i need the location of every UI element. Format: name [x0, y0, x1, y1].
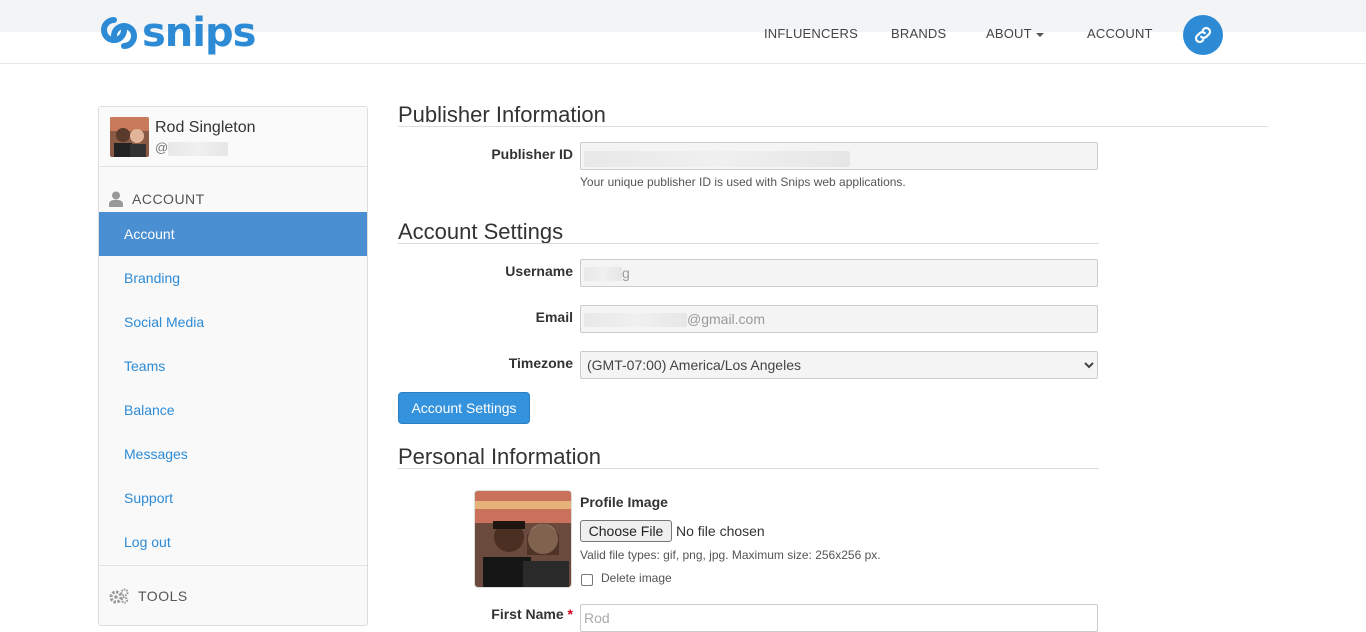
- sidebar-item-account[interactable]: Account: [99, 212, 367, 256]
- redacted-publisher-id: [584, 151, 850, 168]
- redacted-username: [584, 267, 622, 282]
- email-label: Email: [535, 309, 573, 325]
- profile-image-label: Profile Image: [580, 494, 668, 510]
- delete-image-label: Delete image: [601, 571, 672, 585]
- gears-icon: [109, 588, 129, 604]
- tools-section-title: TOOLS: [138, 588, 188, 604]
- publisher-id-help: Your unique publisher ID is used with Sn…: [580, 175, 906, 189]
- tools-section-heading: TOOLS: [109, 588, 188, 604]
- username-value-suffix: g: [622, 265, 630, 281]
- sidebar: Rod Singleton @ ACCOUNT Account Branding…: [98, 106, 368, 626]
- sidebar-item-support[interactable]: Support: [99, 476, 367, 520]
- profile-photo: [474, 490, 572, 588]
- first-name-label-text: First Name: [491, 606, 564, 622]
- no-file-chosen-text: No file chosen: [676, 523, 765, 539]
- logo-text: snips: [142, 10, 256, 56]
- sidebar-item-social-media[interactable]: Social Media: [99, 300, 367, 344]
- account-settings-heading: Account Settings: [398, 219, 564, 244]
- nav-account[interactable]: ACCOUNT: [1087, 26, 1153, 41]
- delete-image-checkbox[interactable]: [581, 574, 593, 586]
- sidebar-item-branding[interactable]: Branding: [99, 256, 367, 300]
- user-icon: [109, 191, 123, 207]
- sidebar-divider: [99, 565, 367, 566]
- top-navbar: snips INFLUENCERS BRANDS ABOUT ACCOUNT: [0, 0, 1366, 64]
- required-mark: *: [567, 606, 573, 622]
- handle-prefix: @: [155, 140, 169, 155]
- snips-logo[interactable]: snips: [100, 10, 256, 56]
- redacted-handle: [168, 141, 229, 156]
- email-field[interactable]: @gmail.com: [580, 305, 1098, 333]
- nav-influencers[interactable]: INFLUENCERS: [764, 26, 858, 41]
- email-value-suffix: @gmail.com: [687, 311, 766, 327]
- nav-brands[interactable]: BRANDS: [891, 26, 946, 41]
- publisher-heading: Publisher Information: [398, 102, 606, 127]
- profile-handle: @: [155, 140, 229, 156]
- link-button[interactable]: [1183, 15, 1223, 55]
- first-name-label: First Name *: [398, 606, 573, 622]
- username-label: Username: [505, 263, 573, 279]
- sidebar-item-teams[interactable]: Teams: [99, 344, 367, 388]
- first-name-field[interactable]: Rod: [580, 604, 1098, 632]
- profile-summary: Rod Singleton @: [99, 107, 367, 167]
- nav-about[interactable]: ABOUT: [986, 26, 1044, 41]
- sidebar-item-log-out[interactable]: Log out: [99, 520, 367, 564]
- personal-heading: Personal Information: [398, 444, 601, 469]
- account-section-heading: ACCOUNT: [109, 191, 205, 207]
- file-type-help: Valid file types: gif, png, jpg. Maximum…: [580, 548, 881, 562]
- sidebar-item-messages[interactable]: Messages: [99, 432, 367, 476]
- publisher-heading-rule: [398, 126, 1268, 127]
- profile-name: Rod Singleton: [155, 119, 256, 136]
- account-section-title: ACCOUNT: [132, 191, 205, 207]
- avatar: [110, 117, 149, 157]
- sidebar-item-balance[interactable]: Balance: [99, 388, 367, 432]
- nav-about-label: ABOUT: [986, 26, 1032, 41]
- timezone-label: Timezone: [508, 355, 573, 371]
- timezone-select[interactable]: (GMT-07:00) America/Los Angeles: [580, 351, 1098, 379]
- caret-down-icon: [1035, 32, 1044, 37]
- redacted-email: [584, 313, 687, 328]
- publisher-id-field: [580, 142, 1098, 170]
- choose-file-button[interactable]: Choose File: [580, 520, 672, 542]
- publisher-id-label: Publisher ID: [491, 146, 573, 162]
- link-icon: [1194, 26, 1212, 44]
- personal-heading-rule: [398, 468, 1099, 469]
- account-settings-submit-button[interactable]: Account Settings: [398, 392, 530, 424]
- account-settings-heading-rule: [398, 243, 1099, 244]
- first-name-value: Rod: [584, 610, 610, 626]
- username-field[interactable]: g: [580, 259, 1098, 287]
- snips-logo-icon: [101, 17, 137, 49]
